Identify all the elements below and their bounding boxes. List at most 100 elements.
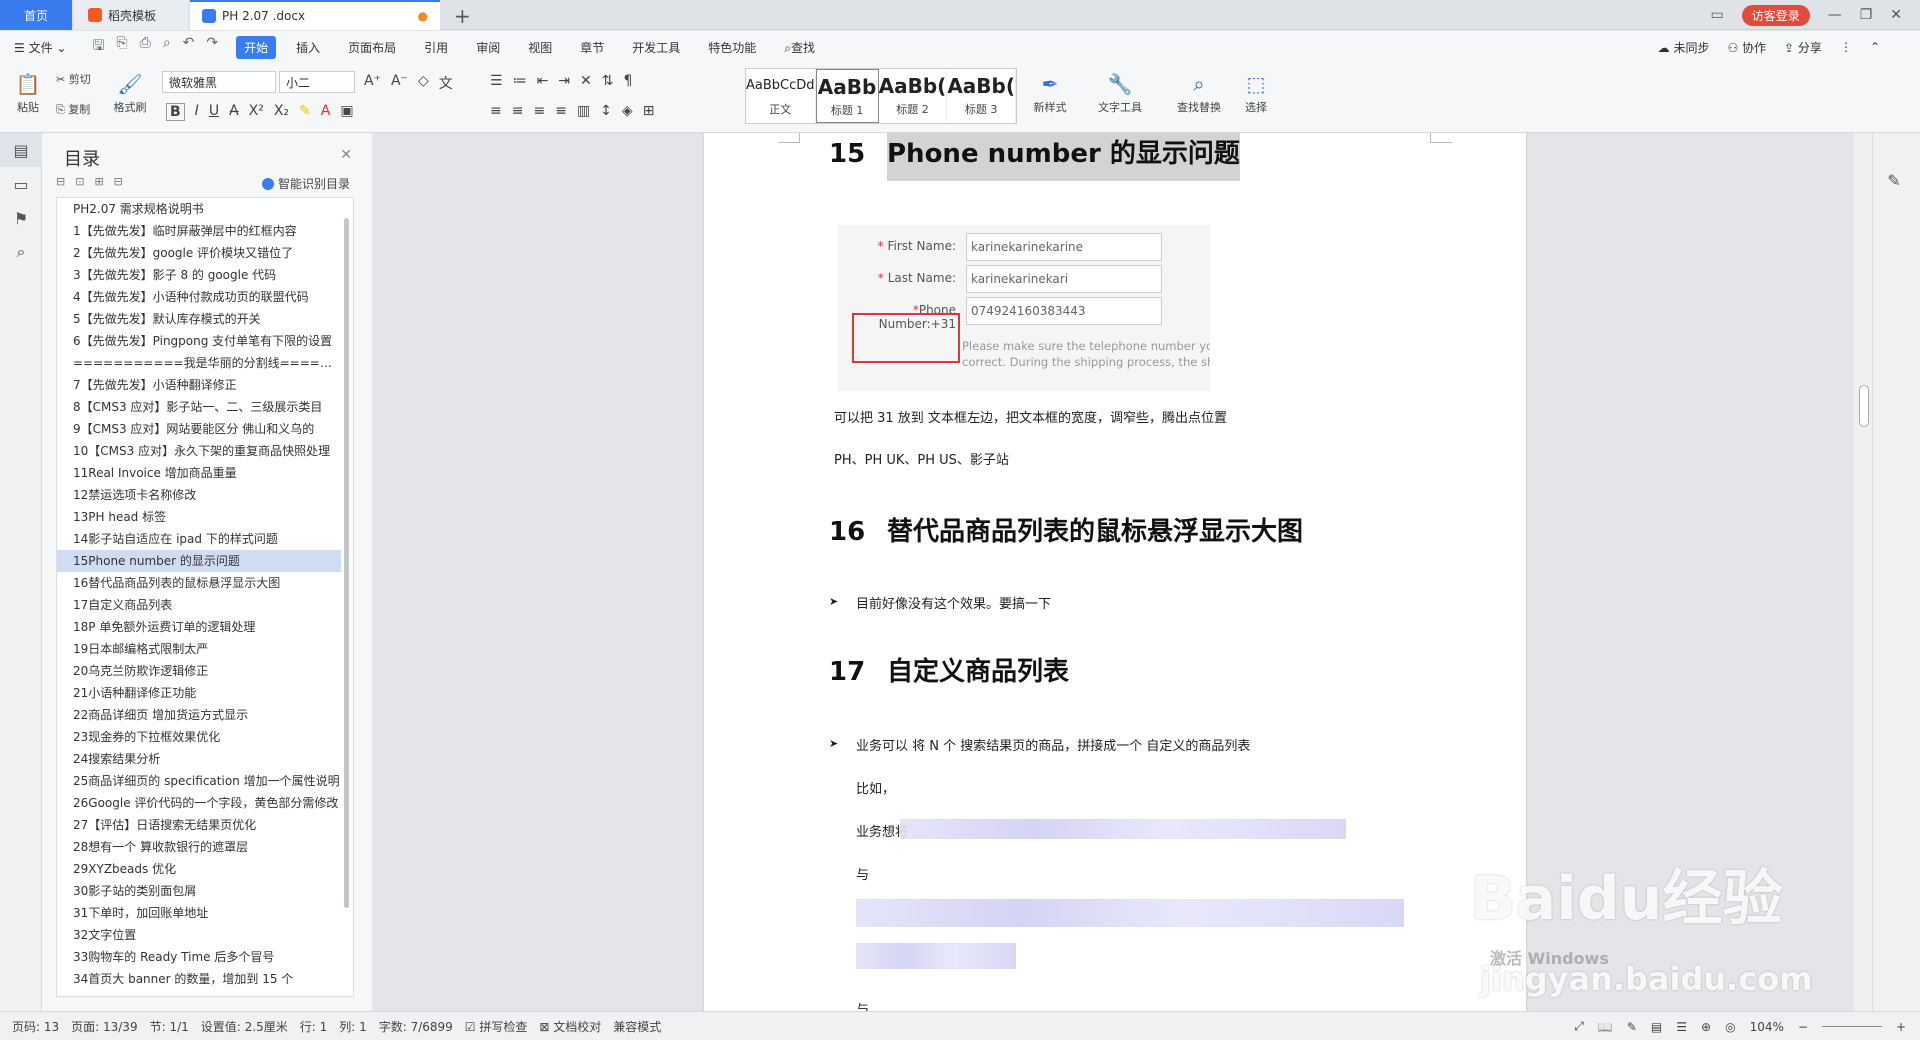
menu-features[interactable]: 特色功能	[708, 39, 756, 56]
paste-button[interactable]: 📋 粘贴	[10, 69, 46, 115]
status-page-code[interactable]: 页码: 13	[12, 1018, 59, 1035]
sync-status[interactable]: ☁ 未同步	[1658, 39, 1710, 56]
underline-icon[interactable]: U	[209, 103, 219, 121]
clear-format-icon[interactable]: ◇	[418, 73, 429, 93]
toc-item[interactable]: 4【先做先发】小语种付款成功页的联盟代码	[57, 286, 341, 308]
superscript-icon[interactable]: X²	[249, 103, 264, 121]
proofread-button[interactable]: ⊠ 文档校对	[539, 1018, 601, 1035]
distribute-icon[interactable]: ▥	[577, 103, 590, 119]
pen-icon[interactable]: ✎	[1873, 163, 1915, 197]
status-page[interactable]: 页面: 13/39	[71, 1018, 137, 1035]
italic-icon[interactable]: I	[195, 103, 199, 121]
align-center-icon[interactable]: ≡	[512, 103, 524, 119]
level-up-icon[interactable]: ⊡	[75, 175, 84, 188]
vertical-scrollbar[interactable]	[1854, 133, 1872, 1011]
menu-view[interactable]: 视图	[528, 39, 552, 56]
zoom-slider[interactable]	[1821, 1026, 1882, 1027]
borders-icon[interactable]: ⊞	[643, 103, 655, 119]
toc-item[interactable]: 21小语种翻译修正功能	[57, 682, 341, 704]
status-words[interactable]: 字数: 7/6899	[379, 1018, 453, 1035]
toc-item[interactable]: ===========我是华丽的分割线===========	[57, 352, 341, 374]
toc-item[interactable]: 25商品详细页的 specification 增加一个属性说明	[57, 770, 341, 792]
char-border-icon[interactable]: ▣	[340, 103, 353, 121]
menu-devtools[interactable]: 开发工具	[632, 39, 680, 56]
font-name-select[interactable]: 微软雅黑	[162, 71, 276, 93]
menu-layout[interactable]: 页面布局	[348, 39, 396, 56]
toc-item[interactable]: 14影子站自适应在 ipad 下的样式问题	[57, 528, 341, 550]
font-color-icon[interactable]: A	[321, 103, 331, 121]
find-replace-button[interactable]: ⌕ 查找替换	[1170, 69, 1228, 115]
smart-toc-button[interactable]: 智能识别目录	[261, 175, 350, 192]
line-spacing-icon[interactable]: ↕	[600, 103, 612, 119]
toc-item[interactable]: 28想有一个 算收款银行的遮罩层	[57, 836, 341, 858]
toc-item[interactable]: 33购物车的 Ready Time 后多个冒号	[57, 946, 341, 968]
eye-protect-icon[interactable]: ◎	[1725, 1020, 1735, 1034]
toc-view-icon[interactable]: ▤	[0, 133, 42, 167]
highlight-icon[interactable]: ✎	[299, 103, 311, 121]
spell-check-button[interactable]: ☑ 拼写检查	[465, 1018, 528, 1035]
text-tools-button[interactable]: 🔧 文字工具	[1092, 69, 1148, 115]
show-marks-icon[interactable]: ¶	[624, 73, 633, 89]
format-painter-button[interactable]: 🖌 格式刷	[110, 69, 150, 115]
toc-item[interactable]: PH2.07 需求规格说明书	[57, 198, 341, 220]
new-style-button[interactable]: ✒ 新样式	[1026, 69, 1074, 115]
toc-item[interactable]: 17自定义商品列表	[57, 594, 341, 616]
toc-item[interactable]: 15Phone number 的显示问题	[57, 550, 341, 572]
export-icon[interactable]: ⎘	[116, 35, 127, 59]
bold-icon[interactable]: B	[166, 103, 185, 121]
zoom-level[interactable]: 104%	[1750, 1020, 1784, 1034]
collapse-ribbon-icon[interactable]: ⌃	[1870, 40, 1880, 54]
close-icon[interactable]: ✕	[340, 147, 352, 163]
toc-item[interactable]: 32文字位置	[57, 924, 341, 946]
toc-item[interactable]: 30影子站的类别面包屑	[57, 880, 341, 902]
toc-item[interactable]: 24搜索结果分析	[57, 748, 341, 770]
undo-icon[interactable]: ↶	[183, 35, 195, 59]
toc-item[interactable]: 31下单时，加回账单地址	[57, 902, 341, 924]
page-view-icon[interactable]: ▤	[1651, 1020, 1662, 1034]
print-icon[interactable]: ⎙	[140, 35, 151, 59]
align-left-icon[interactable]: ≡	[490, 103, 502, 119]
shading-icon[interactable]: ◈	[622, 103, 633, 119]
toc-scrollbar[interactable]	[344, 218, 349, 908]
grow-font-icon[interactable]: A⁺	[364, 73, 381, 93]
toc-item[interactable]: 10【CMS3 应对】永久下架的重复商品快照处理	[57, 440, 341, 462]
add-level-icon[interactable]: ⊞	[94, 175, 103, 188]
toc-item[interactable]: 7【先做先发】小语种翻译修正	[57, 374, 341, 396]
remove-level-icon[interactable]: ⊟	[114, 175, 123, 188]
toc-item[interactable]: 22商品详细页 增加货运方式显示	[57, 704, 341, 726]
share-button[interactable]: ⇪ 分享	[1784, 39, 1822, 56]
toc-item[interactable]: 6【先做先发】Pingpong 支付单笔有下限的设置	[57, 330, 341, 352]
more-icon[interactable]: ⋮	[1840, 40, 1852, 54]
menu-chapter[interactable]: 章节	[580, 39, 604, 56]
toc-item[interactable]: 12禁运选项卡名称修改	[57, 484, 341, 506]
toc-item[interactable]: 1【先做先发】临时屏蔽弹层中的红框内容	[57, 220, 341, 242]
subscript-icon[interactable]: X₂	[274, 103, 289, 121]
bookmark-icon[interactable]: ⚑	[0, 201, 42, 235]
toc-item[interactable]: 16替代品商品列表的鼠标悬浮显示大图	[57, 572, 341, 594]
toc-item[interactable]: 19日本邮编格式限制太严	[57, 638, 341, 660]
toc-item[interactable]: 23现金券的下拉框效果优化	[57, 726, 341, 748]
indent-decrease-icon[interactable]: ⇤	[537, 73, 549, 89]
file-menu[interactable]: ☰ 文件 ⌄	[14, 39, 66, 56]
toc-item[interactable]: 34首页大 banner 的数量，增加到 15 个	[57, 968, 341, 990]
menu-start[interactable]: 开始	[236, 35, 277, 59]
toc-item[interactable]: 9【CMS3 应对】网站要能区分 佛山和义乌的	[57, 418, 341, 440]
toc-item[interactable]: 18P 单免额外运费订单的逻辑处理	[57, 616, 341, 638]
font-size-select[interactable]: 小二	[279, 71, 355, 93]
style-heading-2[interactable]: AaBb(标题 2	[879, 69, 948, 123]
tab-template[interactable]: 稻壳模板	[74, 0, 188, 30]
nav-pane-icon[interactable]: ▭	[0, 167, 42, 201]
redo-icon[interactable]: ↷	[206, 35, 218, 59]
menu-reference[interactable]: 引用	[424, 39, 448, 56]
window-layout-icon[interactable]: ▭	[1710, 7, 1723, 23]
toc-item[interactable]: 20乌克兰防欺诈逻辑修正	[57, 660, 341, 682]
toc-item[interactable]: 5【先做先发】默认库存模式的开关	[57, 308, 341, 330]
expand-all-icon[interactable]: ⊟	[56, 175, 65, 188]
indent-increase-icon[interactable]: ⇥	[558, 73, 570, 89]
phonetic-icon[interactable]: 文	[439, 73, 453, 93]
menu-insert[interactable]: 插入	[296, 39, 320, 56]
login-button[interactable]: 访客登录	[1741, 4, 1810, 26]
style-normal[interactable]: AaBbCcDd 正文	[746, 69, 816, 123]
toc-item[interactable]: 29XYZbeads 优化	[57, 858, 341, 880]
toc-item[interactable]: 2【先做先发】google 评价模块又错位了	[57, 242, 341, 264]
